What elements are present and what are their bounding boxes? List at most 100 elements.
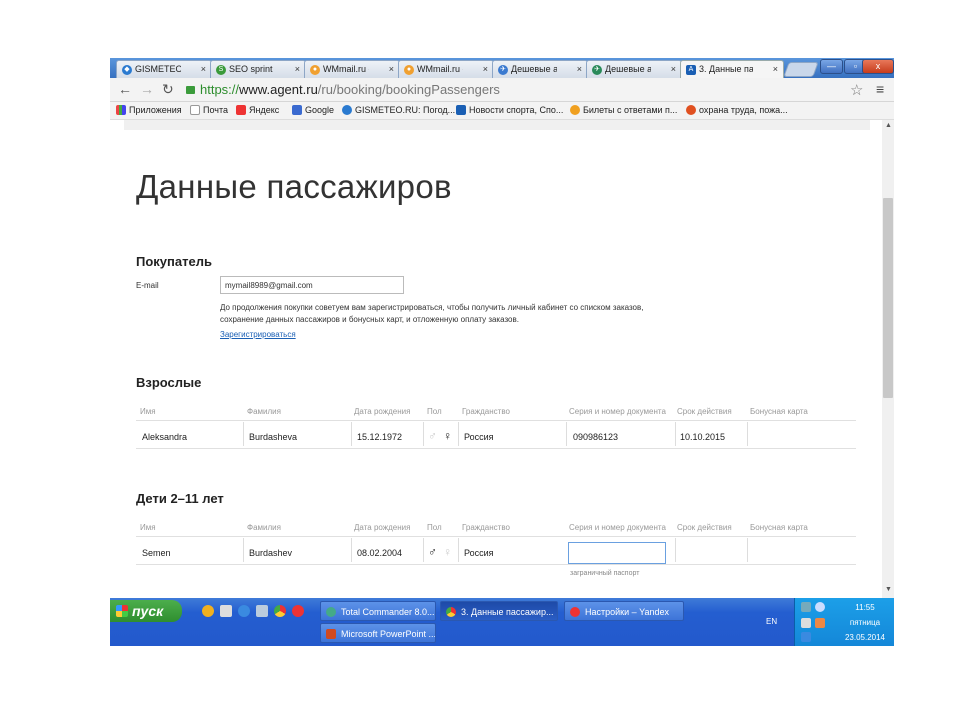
cell-divider xyxy=(423,422,424,446)
col-header-bonus-card: Бонусная карта xyxy=(750,407,808,416)
quicklaunch-icon[interactable] xyxy=(220,605,232,617)
tab-close-icon[interactable]: × xyxy=(389,64,394,74)
bookmark-mail[interactable]: Почта xyxy=(190,105,228,115)
expiry-field[interactable]: 10.10.2015 xyxy=(680,432,725,442)
forward-arrow-icon[interactable]: → xyxy=(140,81,154,97)
col-header-expiry: Срок действия xyxy=(677,523,732,532)
scroll-down-icon[interactable]: ▼ xyxy=(885,586,892,593)
birth-date-field[interactable]: 08.02.2004 xyxy=(357,548,402,558)
menu-icon[interactable]: ≡ xyxy=(876,81,884,97)
citizenship-field[interactable]: Россия xyxy=(464,548,494,558)
minimize-button[interactable]: — xyxy=(820,59,843,74)
tab-cheap-flights-2[interactable]: ✈ Дешевые ави × xyxy=(586,60,682,78)
bookmark-yandex[interactable]: Яндекс xyxy=(236,105,279,115)
language-indicator[interactable]: EN xyxy=(766,617,777,626)
bookmark-labor-safety[interactable]: охрана труда, пожа... xyxy=(686,105,788,115)
bookmark-gismeteo[interactable]: GISMETEO.RU: Погод... xyxy=(342,105,455,115)
email-field[interactable]: mymail8989@gmail.com xyxy=(220,276,404,294)
row-divider xyxy=(136,536,856,537)
yandex-browser-icon[interactable] xyxy=(292,605,304,617)
cell-divider xyxy=(423,538,424,562)
reload-icon[interactable]: ↻ xyxy=(162,81,174,97)
register-link[interactable]: Зарегистрироваться xyxy=(220,330,296,339)
col-header-document: Серия и номер документа xyxy=(569,407,666,416)
quicklaunch-icon[interactable] xyxy=(202,605,214,617)
col-header-last-name: Фамилия xyxy=(247,523,281,532)
col-header-document: Серия и номер документа xyxy=(569,523,666,532)
google-icon xyxy=(292,105,302,115)
document-field[interactable]: 090986123 xyxy=(573,432,618,442)
network-icon[interactable] xyxy=(801,602,811,612)
plane-icon: ✈ xyxy=(498,65,508,75)
task-passenger-data[interactable]: 3. Данные пассажир... xyxy=(440,601,558,621)
task-powerpoint[interactable]: Microsoft PowerPoint ... xyxy=(320,623,436,643)
citizenship-field[interactable]: Россия xyxy=(464,432,494,442)
cell-divider xyxy=(675,538,676,562)
start-button[interactable]: пуск xyxy=(110,600,182,622)
bookmark-google[interactable]: Google xyxy=(292,105,334,115)
lock-icon xyxy=(186,86,195,94)
seo-sprint-icon: S xyxy=(216,65,226,75)
tab-close-icon[interactable]: × xyxy=(295,64,300,74)
tab-close-icon[interactable]: × xyxy=(201,64,206,74)
tab-close-icon[interactable]: × xyxy=(577,64,582,74)
tickets-icon xyxy=(570,105,580,115)
vertical-scrollbar[interactable]: ▲ ▼ xyxy=(882,120,894,598)
powerpoint-icon xyxy=(326,629,336,639)
row-divider xyxy=(136,448,856,449)
bookmark-star-icon[interactable]: ☆ xyxy=(850,81,863,99)
tab-close-icon[interactable]: × xyxy=(773,64,778,74)
first-name-field[interactable]: Aleksandra xyxy=(142,432,187,442)
female-icon[interactable]: ♀ xyxy=(443,429,452,443)
bookmark-apps[interactable]: Приложения xyxy=(116,105,182,115)
new-tab-button[interactable] xyxy=(783,62,819,77)
tab-close-icon[interactable]: × xyxy=(671,64,676,74)
adults-heading: Взрослые xyxy=(136,375,202,390)
birth-date-field[interactable]: 15.12.1972 xyxy=(357,432,402,442)
document-type-hint: заграничный паспорт xyxy=(570,570,640,577)
task-yandex-settings[interactable]: Настройки – Yandex xyxy=(564,601,684,621)
ie-icon[interactable] xyxy=(238,605,250,617)
plane-icon: ✈ xyxy=(592,65,602,75)
tab-gismeteo[interactable]: ◆ GISMETEO.RU × xyxy=(116,60,212,78)
col-header-gender: Пол xyxy=(427,407,442,416)
tab-wmmail-1[interactable]: ● WMmail.ru - сс × xyxy=(304,60,400,78)
female-icon[interactable]: ♀ xyxy=(443,545,452,559)
bookmark-tickets[interactable]: Билеты с ответами п... xyxy=(570,105,677,115)
task-total-commander[interactable]: Total Commander 8.0... xyxy=(320,601,436,621)
col-header-citizenship: Гражданство xyxy=(462,523,510,532)
desktop-icon[interactable] xyxy=(256,605,268,617)
tray-icon[interactable] xyxy=(801,632,811,642)
scroll-up-icon[interactable]: ▲ xyxy=(885,122,892,129)
chrome-icon xyxy=(446,607,456,617)
bookmarks-bar: Приложения Почта Яндекс Google GISMETEO.… xyxy=(110,102,894,120)
chrome-icon[interactable] xyxy=(274,605,286,617)
male-icon[interactable]: ♂ xyxy=(428,429,437,443)
back-arrow-icon[interactable]: ← xyxy=(118,81,132,97)
row-divider xyxy=(136,420,856,421)
tab-wmmail-2[interactable]: ● WMmail.ru - сс × xyxy=(398,60,494,78)
cell-divider xyxy=(351,538,352,562)
last-name-field[interactable]: Burdasheva xyxy=(249,432,297,442)
page-title: Данные пассажиров xyxy=(136,168,452,205)
last-name-field[interactable]: Burdashev xyxy=(249,548,292,558)
tab-close-icon[interactable]: × xyxy=(483,64,488,74)
scrollbar-thumb[interactable] xyxy=(883,198,893,398)
first-name-field[interactable]: Semen xyxy=(142,548,171,558)
total-commander-icon xyxy=(326,607,336,617)
tab-passenger-data[interactable]: A 3. Данные па × xyxy=(680,60,784,79)
clock-time[interactable]: 11:55 xyxy=(839,603,891,612)
wmmail-icon: ● xyxy=(310,65,320,75)
male-icon[interactable]: ♂ xyxy=(428,545,437,559)
tray-icon[interactable] xyxy=(815,602,825,612)
col-header-bonus-card: Бонусная карта xyxy=(750,523,808,532)
volume-icon[interactable] xyxy=(801,618,811,628)
close-window-button[interactable]: x xyxy=(862,59,894,74)
bookmark-sport-news[interactable]: Новости спорта, Спо... xyxy=(456,105,563,115)
url-field[interactable]: https://www.agent.ru/ru/booking/bookingP… xyxy=(186,81,872,99)
document-input[interactable] xyxy=(568,542,666,564)
apps-grid-icon xyxy=(116,105,126,115)
tray-icon[interactable] xyxy=(815,618,825,628)
tab-cheap-flights-1[interactable]: ✈ Дешевые ави × xyxy=(492,60,588,78)
tab-seo-sprint[interactable]: S SEO sprint × xyxy=(210,60,306,78)
